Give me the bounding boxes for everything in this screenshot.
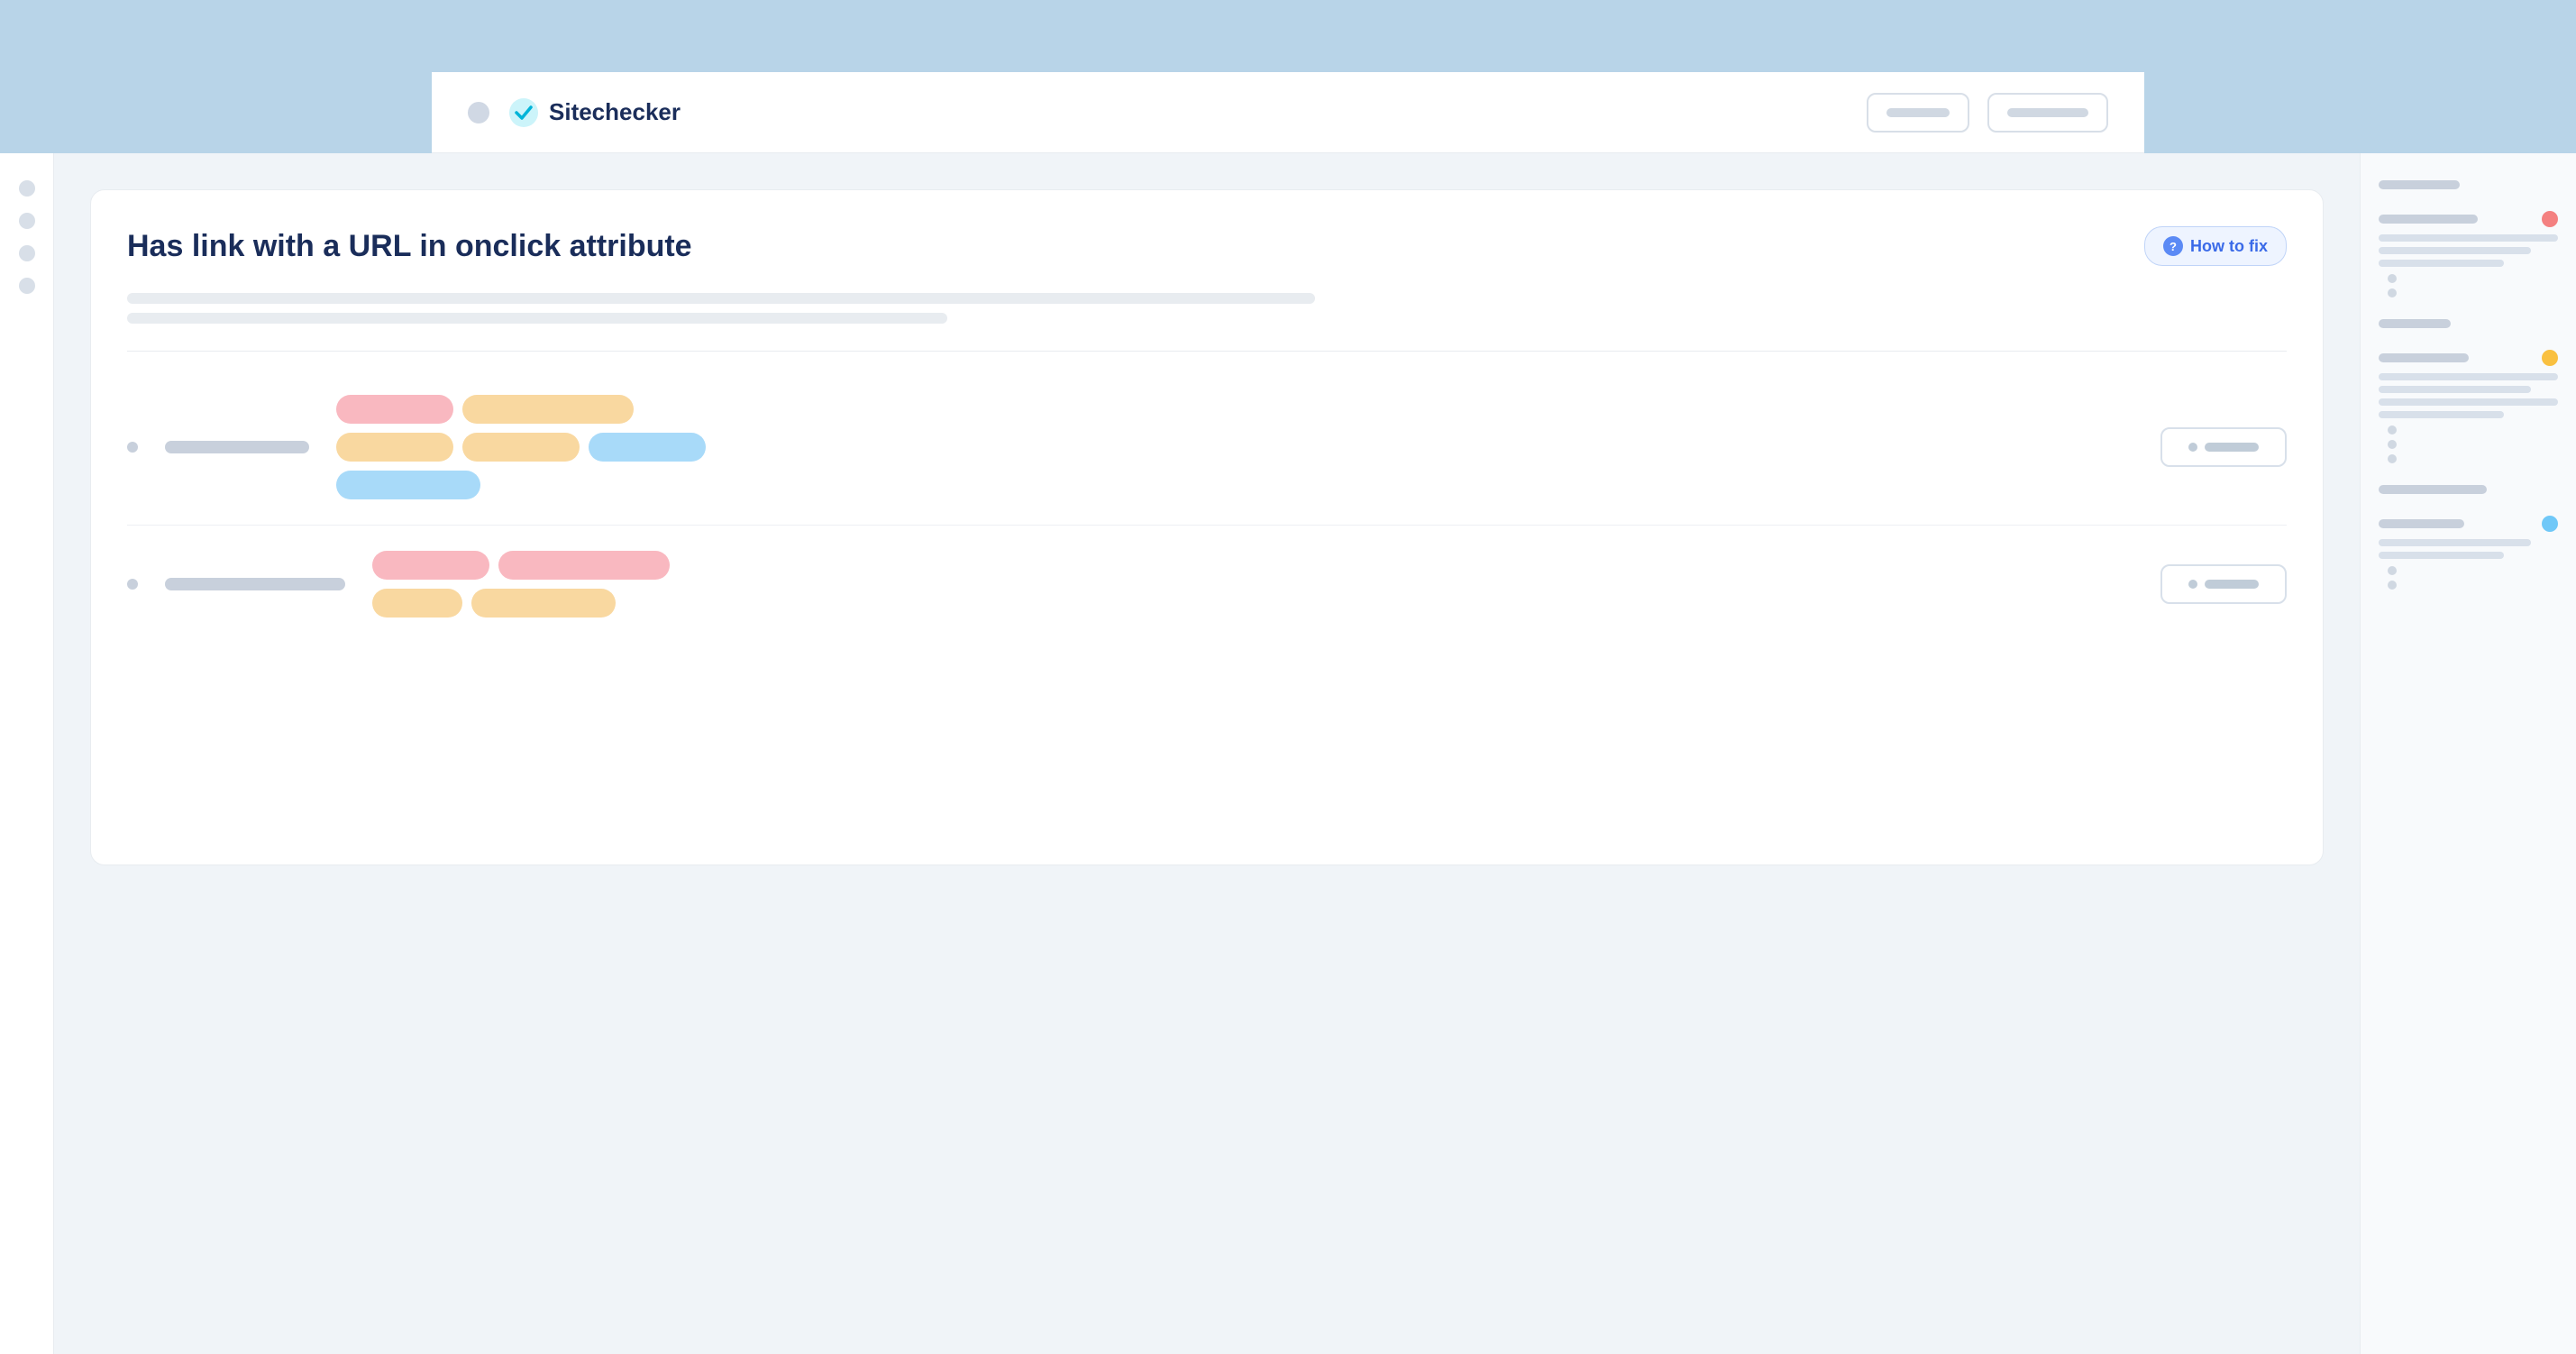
main-area: Has link with a URL in onclick attribute…: [432, 204, 2144, 1150]
card-header: Has link with a URL in onclick attribute…: [432, 226, 2144, 266]
tag-pink-3: [498, 551, 670, 580]
browser-window: Sitechecker Ha: [432, 204, 2144, 1150]
divider-1: [432, 351, 2144, 352]
row-tags-1: [432, 395, 2133, 499]
tag-orange-2: [432, 433, 453, 462]
main-content: Has link with a URL in onclick attribute…: [432, 204, 2144, 1150]
tag-blue-1: [589, 433, 706, 462]
tag-blue-2: [432, 471, 480, 499]
tag-orange-3: [462, 433, 580, 462]
tag-orange-1: [462, 395, 634, 424]
description-area: [432, 293, 2144, 324]
browser-body: Sitechecker Ha: [432, 276, 2144, 1150]
tag-orange-4: [432, 589, 462, 618]
desc-bar-1: [432, 293, 1315, 304]
table-row: [432, 370, 2144, 526]
row-tags-2: [432, 551, 2133, 618]
desc-bar-2: [432, 313, 947, 324]
table-row: [432, 526, 2144, 643]
card-title: Has link with a URL in onclick attribute: [432, 229, 2126, 264]
content-card: Has link with a URL in onclick attribute…: [432, 204, 2144, 865]
tag-pink-2: [432, 551, 489, 580]
tag-pink-1: [432, 395, 453, 424]
tag-orange-5: [471, 589, 616, 618]
